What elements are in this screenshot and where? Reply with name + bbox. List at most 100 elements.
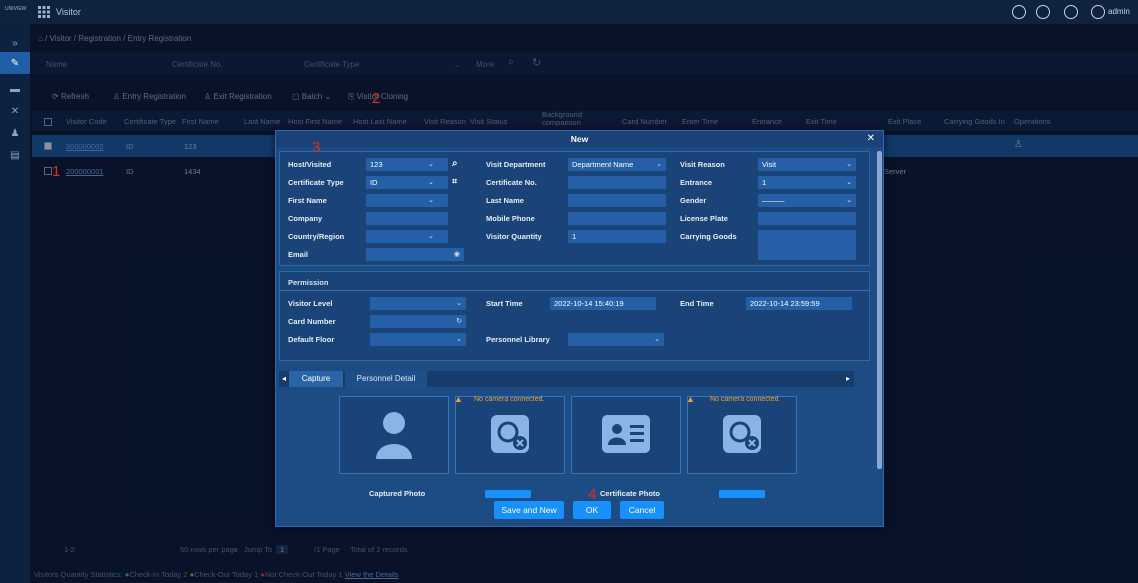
host-label: Host/Visited	[288, 160, 332, 169]
id-card-icon	[602, 415, 650, 453]
reason-select[interactable]: Visit ⌄	[758, 158, 856, 171]
close-icon[interactable]: ✕	[867, 133, 875, 144]
start-time-value: 2022-10-14 15:40:19	[554, 299, 624, 308]
quantity-input[interactable]: 1	[568, 230, 666, 243]
divider	[280, 290, 869, 291]
end-time-input[interactable]: 2022-10-14 23:59:59	[746, 297, 852, 310]
email-input[interactable]: ◉	[366, 248, 464, 261]
capture-button[interactable]	[719, 490, 765, 498]
permission-section: Permission Visitor Level ⌄ Card Number ↻…	[279, 271, 870, 361]
refresh-icon[interactable]: ↻	[456, 315, 462, 328]
goods-label: Carrying Goods	[680, 232, 737, 241]
start-time-input[interactable]: 2022-10-14 15:40:19	[550, 297, 656, 310]
end-time-label: End Time	[680, 299, 714, 308]
dept-value: Department Name	[572, 160, 634, 169]
sidebar-item-tools[interactable]: ✕	[0, 100, 30, 122]
tab-scroll-left-icon[interactable]: ◂	[280, 371, 288, 387]
sidebar-item-car[interactable]: ▬	[0, 78, 30, 100]
user-name[interactable]: admin	[1108, 7, 1130, 16]
no-camera-warning: No camera connected.	[474, 396, 545, 403]
camera-preview-box: ▲ No camera connected.	[454, 394, 565, 474]
tab-scroll-right-icon[interactable]: ▸	[844, 371, 852, 387]
captured-photo-label: Captured Photo	[369, 489, 426, 498]
sidebar-item-person[interactable]: ♟	[0, 122, 30, 144]
expand-icon[interactable]: »	[0, 32, 30, 54]
first-name-input[interactable]: ⌄	[366, 194, 448, 207]
alarm-icon[interactable]	[1036, 5, 1050, 19]
chevron-down-icon: ⌄	[428, 197, 434, 204]
annotation-2: 2	[372, 90, 381, 107]
chevron-down-icon: ⌄	[846, 179, 852, 186]
top-bar: UNIVIEW Visitor admin	[0, 0, 1138, 24]
chevron-down-icon: ⌄	[428, 233, 434, 240]
person-silhouette-icon	[376, 412, 412, 459]
last-name-label: Last Name	[486, 196, 524, 205]
dept-select[interactable]: Department Name ⌄	[568, 158, 666, 171]
mobile-input[interactable]	[568, 212, 666, 225]
entrance-select[interactable]: 1 ⌄	[758, 176, 856, 189]
plate-input[interactable]	[758, 212, 856, 225]
cert-no-label: Certificate No.	[486, 178, 537, 187]
card-number-input[interactable]: ↻	[370, 315, 466, 328]
cert-type-select[interactable]: ID ⌄	[366, 176, 448, 189]
sidebar-item-records[interactable]: ▤	[0, 144, 30, 166]
reason-value: Visit	[762, 160, 777, 169]
dialog-title: New	[276, 131, 883, 147]
email-label: Email	[288, 250, 309, 259]
visitor-level-select[interactable]: ⌄	[370, 297, 466, 310]
cert-type-label: Certificate Type	[288, 178, 344, 187]
scan-icon[interactable]: ⌗	[452, 176, 457, 187]
personnel-library-select[interactable]: ⌄	[568, 333, 664, 346]
chevron-down-icon: ⌄	[656, 161, 662, 168]
visitor-level-label: Visitor Level	[288, 299, 333, 308]
help-icon[interactable]	[1012, 5, 1026, 19]
chevron-down-icon: ⌄	[654, 336, 660, 343]
sidebar: » ✎ ▬ ✕ ♟ ▤	[0, 24, 30, 583]
annotation-1: 1	[52, 163, 61, 180]
entrance-label: Entrance	[680, 178, 713, 187]
gender-select[interactable]: ——— ⌄	[758, 194, 856, 207]
chevron-down-icon: ⌄	[846, 197, 852, 204]
sidebar-item-registration[interactable]: ✎	[0, 52, 30, 74]
warning-icon: ▲	[454, 394, 463, 404]
chevron-down-icon: ⌄	[428, 161, 434, 168]
company-label: Company	[288, 214, 323, 223]
tab-capture[interactable]: Capture	[289, 371, 343, 387]
gender-label: Gender	[680, 196, 707, 205]
company-input[interactable]	[366, 212, 448, 225]
app-title: Visitor	[56, 7, 81, 17]
dialog-scrollbar[interactable]	[877, 151, 882, 469]
user-icon[interactable]	[1091, 5, 1105, 19]
entrance-value: 1	[762, 178, 767, 187]
capture-button[interactable]	[485, 490, 531, 498]
start-time-label: Start Time	[486, 299, 523, 308]
chevron-down-icon: ⌄	[428, 179, 434, 186]
chevron-down-icon: ⌄	[456, 300, 462, 307]
certificate-photo-label: Certificate Photo	[600, 489, 661, 498]
default-floor-select[interactable]: ⌄	[370, 333, 466, 346]
apps-grid-icon[interactable]	[38, 6, 50, 18]
dept-label: Visit Department	[486, 160, 546, 169]
last-name-input[interactable]	[568, 194, 666, 207]
logo: UNIVIEW	[5, 6, 27, 12]
no-camera-icon	[491, 415, 529, 453]
card-number-label: Card Number	[288, 317, 336, 326]
country-label: Country/Region	[288, 232, 345, 241]
eye-icon[interactable]: ◉	[454, 248, 460, 261]
search-icon[interactable]: ⌕	[452, 158, 458, 169]
host-select[interactable]: 123 ⌄	[366, 158, 448, 171]
default-floor-label: Default Floor	[288, 335, 335, 344]
end-time-value: 2022-10-14 23:59:59	[750, 299, 820, 308]
mobile-label: Mobile Phone	[486, 214, 535, 223]
save-and-new-button[interactable]: Save and New	[494, 501, 564, 519]
cancel-button[interactable]: Cancel	[620, 501, 664, 519]
host-value: 123	[370, 160, 383, 169]
goods-input[interactable]	[758, 230, 856, 260]
visitor-info-section: Host/Visited 123 ⌄ ⌕ Certificate Type ID ⌄…	[279, 151, 870, 266]
notification-icon[interactable]	[1064, 5, 1078, 19]
cert-no-input[interactable]	[568, 176, 666, 189]
ok-button[interactable]: OK	[573, 501, 611, 519]
camera-preview-box: ▲ No camera connected.	[686, 394, 797, 474]
country-select[interactable]: ⌄	[366, 230, 448, 243]
tab-personnel-detail[interactable]: Personnel Detail	[345, 371, 427, 387]
